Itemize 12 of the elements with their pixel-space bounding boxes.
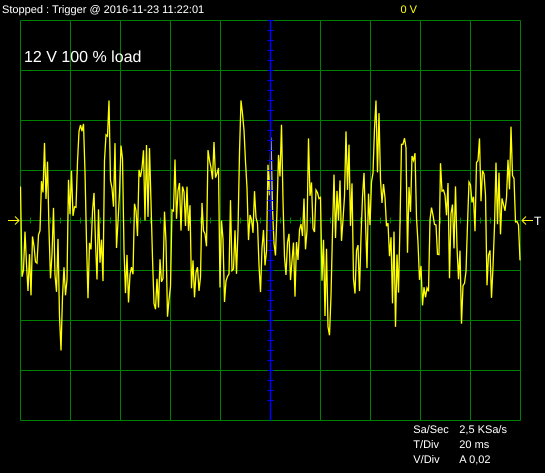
readout-value: A 0,02 [459, 453, 490, 468]
trigger-arrow-icon [521, 216, 533, 225]
readout-value: 20 ms [459, 438, 490, 453]
readout-label: Sa/Sec [413, 423, 450, 438]
trigger-level-readout: 0 V [400, 2, 417, 18]
trigger-marker-label: T [534, 214, 542, 226]
readout-label: T/Div [413, 438, 440, 453]
trigger-arrow-icon [8, 216, 20, 225]
status-text: Stopped : Trigger @ 2016-11-23 11:22:01 [2, 2, 204, 18]
readout-label: V/Div [413, 453, 441, 468]
readout-value: 2,5 KSa/s [459, 423, 507, 438]
plot-label: 12 V 100 % load [24, 50, 142, 66]
